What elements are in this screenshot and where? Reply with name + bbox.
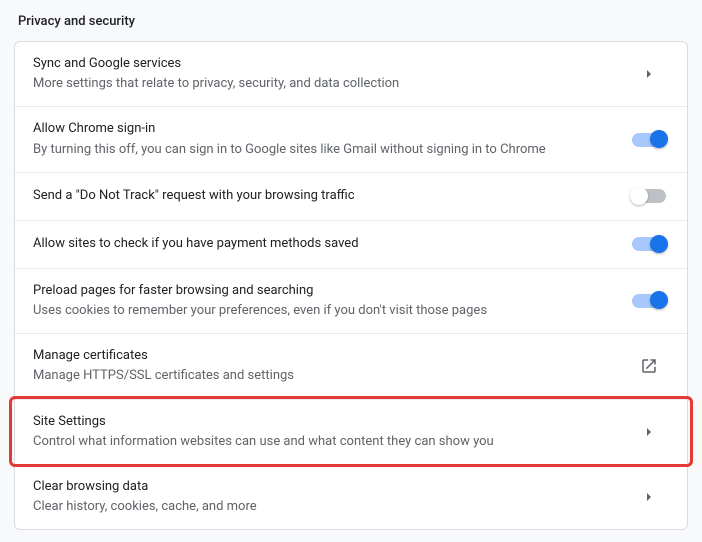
chevron-right-icon	[629, 70, 669, 78]
row-title: Allow sites to check if you have payment…	[33, 235, 609, 253]
toggle-switch[interactable]	[629, 237, 669, 251]
row-text: Send a "Do Not Track" request with your …	[33, 187, 629, 205]
row-subtitle: Manage HTTPS/SSL certificates and settin…	[33, 367, 609, 385]
external-link-icon[interactable]	[629, 357, 669, 375]
row-text: Manage certificates Manage HTTPS/SSL cert…	[33, 347, 629, 385]
row-text: Clear browsing data Clear history, cookie…	[33, 478, 629, 516]
chevron-right-icon	[629, 428, 669, 436]
row-subtitle: More settings that relate to privacy, se…	[33, 75, 609, 93]
page-title: Privacy and security	[0, 0, 702, 41]
settings-row[interactable]: Manage certificates Manage HTTPS/SSL cert…	[15, 334, 687, 399]
toggle-switch[interactable]	[629, 189, 669, 203]
chevron-right-icon	[629, 493, 669, 501]
settings-row[interactable]: Allow Chrome sign-in By turning this off,…	[15, 107, 687, 172]
row-title: Manage certificates	[33, 347, 609, 365]
row-text: Allow sites to check if you have payment…	[33, 235, 629, 253]
settings-row[interactable]: Site Settings Control what information we…	[15, 400, 687, 465]
settings-row[interactable]: Preload pages for faster browsing and se…	[15, 269, 687, 334]
settings-card: Sync and Google services More settings th…	[14, 41, 688, 530]
row-text: Allow Chrome sign-in By turning this off,…	[33, 120, 629, 158]
row-subtitle: Uses cookies to remember your preference…	[33, 302, 609, 320]
row-title: Sync and Google services	[33, 55, 609, 73]
row-text: Preload pages for faster browsing and se…	[33, 282, 629, 320]
row-title: Clear browsing data	[33, 478, 609, 496]
toggle-switch[interactable]	[629, 133, 669, 147]
row-subtitle: Control what information websites can us…	[33, 433, 609, 451]
row-text: Site Settings Control what information we…	[33, 413, 629, 451]
row-title: Preload pages for faster browsing and se…	[33, 282, 609, 300]
settings-row[interactable]: Sync and Google services More settings th…	[15, 42, 687, 107]
row-title: Send a "Do Not Track" request with your …	[33, 187, 609, 205]
settings-row[interactable]: Clear browsing data Clear history, cookie…	[15, 465, 687, 529]
row-title: Allow Chrome sign-in	[33, 120, 609, 138]
settings-row[interactable]: Send a "Do Not Track" request with your …	[15, 173, 687, 221]
row-title: Site Settings	[33, 413, 609, 431]
row-subtitle: By turning this off, you can sign in to …	[33, 141, 609, 159]
row-subtitle: Clear history, cookies, cache, and more	[33, 498, 609, 516]
toggle-switch[interactable]	[629, 294, 669, 308]
settings-row[interactable]: Allow sites to check if you have payment…	[15, 221, 687, 269]
row-text: Sync and Google services More settings th…	[33, 55, 629, 93]
